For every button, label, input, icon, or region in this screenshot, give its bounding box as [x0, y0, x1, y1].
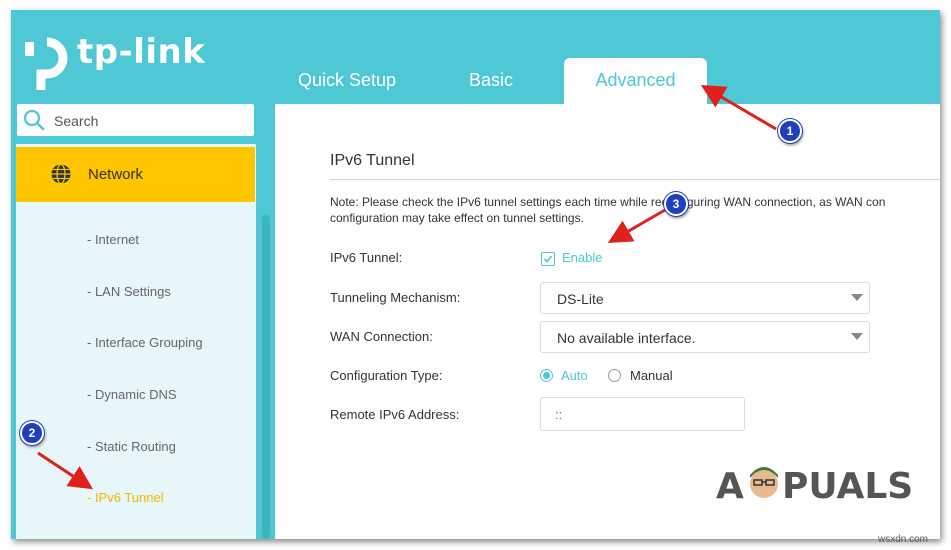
ipv6-tunnel-label: IPv6 Tunnel: [330, 250, 403, 265]
sidebar-section-label: Network [88, 166, 144, 183]
sidebar-item-dynamic-dns[interactable]: - Dynamic DNS [87, 387, 177, 402]
router-admin-window: tp-link Quick Setup Basic Advanced Searc… [11, 10, 940, 539]
sidebar-item-internet[interactable]: - Internet [87, 232, 139, 247]
tab-basic[interactable]: Basic [469, 70, 513, 91]
dropdown-arrow-icon [851, 294, 863, 301]
auto-radio[interactable] [540, 369, 553, 382]
checkmark-icon [543, 255, 553, 263]
sidebar-item-interface-grouping[interactable]: - Interface Grouping [87, 335, 203, 350]
wan-connection-select[interactable]: No available interface. [540, 321, 870, 353]
manual-radio-label[interactable]: Manual [630, 368, 673, 383]
dropdown-arrow-icon [851, 333, 863, 340]
search-box[interactable]: Search [17, 104, 254, 136]
callout-2-icon: 2 [20, 421, 44, 445]
globe-icon [51, 163, 71, 185]
callout-1-icon: 1 [778, 119, 802, 143]
sidebar-item-ipv6-tunnel[interactable]: - IPv6 Tunnel [87, 490, 164, 505]
sidebar-item-network[interactable]: Network [16, 147, 255, 202]
note-line-2: configuration may take effect on tunnel … [330, 211, 584, 225]
wan-connection-label: WAN Connection: [330, 329, 433, 344]
title-divider [330, 179, 940, 180]
brand-name: tp-link [77, 32, 206, 72]
watermark-puals: PUALS [782, 466, 913, 507]
enable-checkbox[interactable] [541, 252, 555, 266]
site-credit: wsxdn.com [878, 534, 929, 545]
appuals-watermark: A PUALS [716, 466, 913, 507]
watermark-a: A [716, 466, 744, 507]
configuration-type-label: Configuration Type: [330, 368, 443, 383]
remote-ipv6-address-label: Remote IPv6 Address: [330, 407, 460, 422]
tab-advanced[interactable]: Advanced [564, 58, 707, 104]
tunneling-mechanism-select[interactable]: DS-Lite [540, 282, 870, 314]
remote-ipv6-address-field[interactable] [540, 397, 745, 431]
mascot-icon [750, 467, 778, 498]
sidebar-item-lan-settings[interactable]: - LAN Settings [87, 284, 171, 299]
sidebar-item-static-routing[interactable]: - Static Routing [87, 439, 176, 454]
page-title: IPv6 Tunnel [330, 152, 415, 169]
manual-radio[interactable] [608, 369, 621, 382]
tunneling-mechanism-value: DS-Lite [557, 291, 604, 307]
enable-label[interactable]: Enable [562, 250, 602, 265]
remote-ipv6-address-input[interactable] [553, 405, 737, 423]
search-icon [23, 109, 45, 131]
wan-connection-value: No available interface. [557, 330, 696, 346]
tunneling-mechanism-label: Tunneling Mechanism: [330, 290, 461, 305]
sidebar-scrollbar[interactable] [262, 215, 270, 539]
search-placeholder: Search [54, 113, 99, 129]
auto-radio-label[interactable]: Auto [561, 368, 588, 383]
note-text: Note: Please check the IPv6 tunnel setti… [330, 194, 940, 226]
note-line-1: Note: Please check the IPv6 tunnel setti… [330, 195, 886, 209]
tab-quick-setup[interactable]: Quick Setup [298, 70, 396, 91]
callout-3-icon: 3 [664, 192, 688, 216]
